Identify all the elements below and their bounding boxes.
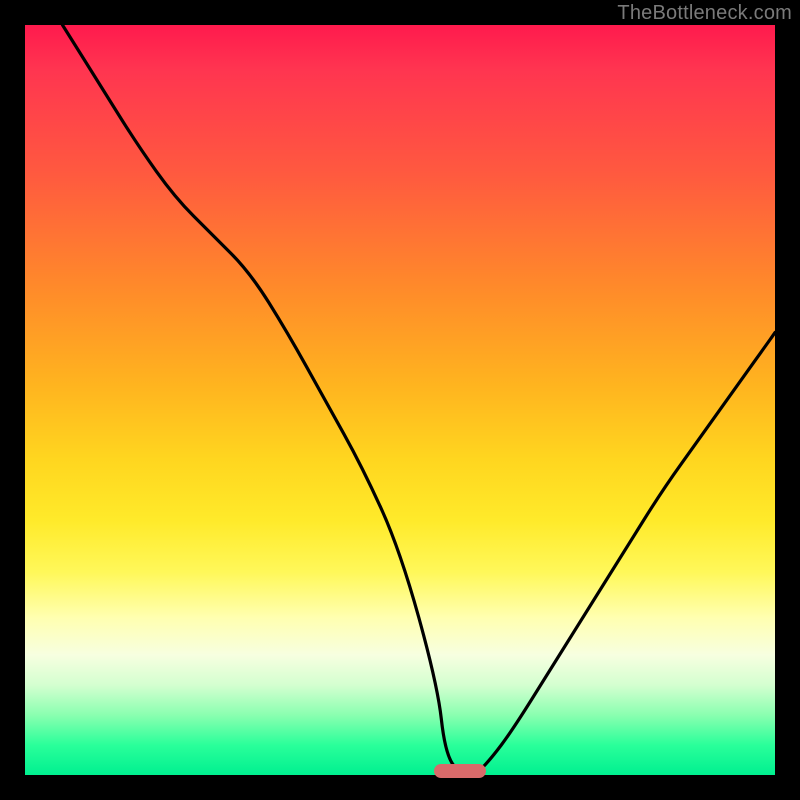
optimum-marker [434,764,487,778]
watermark-text: TheBottleneck.com [617,2,792,25]
bottleneck-curve [25,25,775,775]
chart-frame: TheBottleneck.com [0,0,800,800]
plot-area [25,25,775,775]
